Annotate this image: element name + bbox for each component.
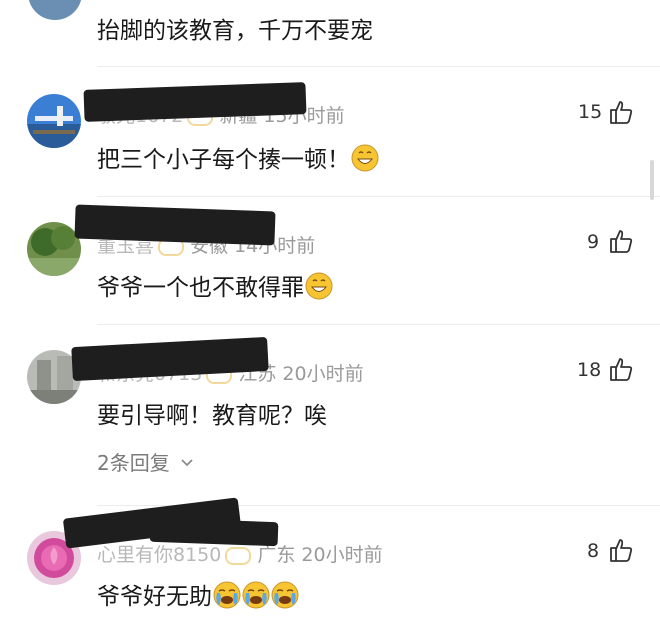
chevron-down-icon — [181, 459, 193, 467]
crying-emoji-icon — [271, 581, 299, 609]
avatar[interactable] — [28, 0, 82, 20]
thumbs-up-icon[interactable] — [609, 356, 633, 382]
location: 广东 — [257, 544, 296, 566]
like-count: 8 — [587, 540, 600, 562]
like-count: 15 — [578, 101, 603, 123]
redaction-bar — [149, 517, 279, 547]
thumbs-up-icon[interactable] — [609, 228, 633, 254]
comment-text-value: 爷爷好无助 — [97, 584, 212, 610]
divider — [97, 66, 660, 67]
timestamp: 20小时前 — [301, 544, 383, 566]
comment-text-value: 爷爷一个也不敢得罪 — [97, 275, 304, 301]
divider — [97, 324, 660, 325]
comment-text: 要引导啊！教育呢？唉 — [97, 403, 327, 429]
divider — [97, 196, 660, 197]
replies-label: 2条回复 — [97, 451, 170, 475]
comment-text: 爷爷好无助 — [97, 577, 299, 611]
like-count: 18 — [577, 359, 602, 381]
comment-text: 爷爷一个也不敢得罪 — [97, 268, 333, 302]
thumbs-up-icon[interactable] — [609, 99, 633, 125]
comment-text: 抬脚的该教育，千万不要宠 — [97, 18, 373, 44]
thumbs-up-icon[interactable] — [609, 537, 633, 563]
avatar[interactable] — [27, 222, 81, 276]
view-replies-button[interactable]: 2条回复 — [97, 447, 194, 476]
grinning-emoji-icon — [305, 272, 333, 300]
comment-text: 把三个小子每个揍一顿！ — [97, 140, 379, 174]
crying-emoji-icon — [213, 581, 241, 609]
avatar[interactable] — [27, 94, 81, 148]
comment-text-value: 把三个小子每个揍一顿！ — [97, 147, 350, 173]
like-count: 9 — [587, 231, 600, 253]
timestamp: 20小时前 — [282, 363, 364, 385]
level-badge-icon — [225, 546, 252, 565]
grinning-emoji-icon — [351, 144, 379, 172]
username[interactable]: 心里有你8150 — [97, 544, 221, 566]
scrollbar[interactable] — [650, 160, 654, 200]
redaction-bar — [74, 204, 276, 246]
crying-emoji-icon — [242, 581, 270, 609]
